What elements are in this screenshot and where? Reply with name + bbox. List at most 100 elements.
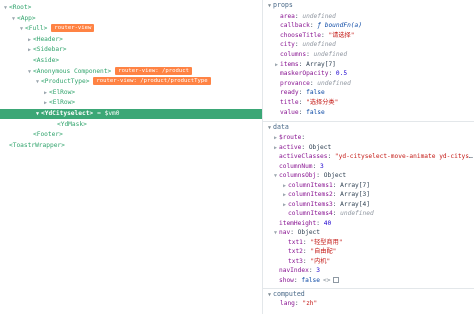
tree-node[interactable]: ▶ <Header> bbox=[0, 35, 262, 45]
tree-node[interactable]: ▼ <ProductType> router-view: /product/prod… bbox=[0, 77, 262, 87]
vm-reference: = $vm0 bbox=[97, 110, 120, 117]
property-key: $route bbox=[279, 134, 302, 141]
caret-down-icon[interactable]: ▼ bbox=[26, 67, 33, 77]
property-key: txt2 bbox=[288, 248, 303, 255]
component-name: <ElRow> bbox=[49, 99, 76, 107]
property-key: txt3 bbox=[288, 257, 303, 265]
property-value: undefined bbox=[302, 41, 336, 49]
section-computed-header[interactable]: ▼ computed bbox=[263, 288, 474, 299]
caret-right-icon[interactable]: ▶ bbox=[281, 191, 288, 200]
tree-node[interactable]: <Footer> bbox=[0, 130, 262, 140]
caret-right-icon[interactable]: ▶ bbox=[42, 88, 49, 98]
caret-right-icon[interactable]: ▶ bbox=[281, 182, 288, 191]
component-name: <Full> bbox=[25, 25, 48, 33]
property-value: Object bbox=[297, 229, 320, 236]
colon: : bbox=[316, 219, 324, 227]
property-key: activeClasses bbox=[279, 153, 328, 160]
component-name: <YdCityselect> bbox=[41, 110, 94, 117]
tree-node[interactable]: ▼ <Root> bbox=[0, 3, 262, 13]
state-property[interactable]: ▶ $route: bbox=[263, 133, 474, 143]
property-key: show bbox=[279, 276, 294, 284]
state-property: chooseTitle: "请选择" bbox=[263, 31, 474, 41]
property-value: 40 bbox=[323, 219, 332, 227]
caret-right-icon[interactable]: ▶ bbox=[42, 98, 49, 108]
colon: : bbox=[298, 108, 307, 116]
tree-node[interactable]: ▶ <ElRow> bbox=[0, 88, 262, 98]
tree-node[interactable]: ▶ <ElRow> bbox=[0, 98, 262, 108]
state-property: value: false bbox=[263, 108, 474, 118]
caret-right-icon[interactable]: ▶ bbox=[26, 45, 33, 55]
property-value: undefined bbox=[317, 79, 351, 87]
caret-down-icon[interactable]: ▼ bbox=[2, 3, 9, 13]
tree-node[interactable]: ▼ <Anonymous Component> router-view: /prod… bbox=[0, 66, 262, 77]
router-view-badge: router-view: /product/productType bbox=[93, 77, 211, 86]
caret-right-icon[interactable]: ▶ bbox=[272, 144, 279, 153]
component-name: <ToastrWrapper> bbox=[9, 141, 65, 149]
property-value: undefined bbox=[313, 50, 348, 58]
property-value: false bbox=[301, 276, 320, 284]
caret-right-icon[interactable]: ▶ bbox=[26, 35, 33, 45]
state-property[interactable]: ▶ columnItems3: Array[4] bbox=[263, 200, 474, 210]
caret-down-icon[interactable]: ▼ bbox=[18, 24, 25, 34]
caret-down-icon[interactable]: ▼ bbox=[272, 229, 279, 238]
section-title: data bbox=[273, 123, 289, 131]
property-value: 0.5 bbox=[335, 70, 348, 78]
router-view-badge: router-view bbox=[51, 24, 95, 33]
state-property[interactable]: ▼ nav: Object bbox=[263, 228, 474, 238]
colon: : bbox=[301, 143, 309, 151]
property-value: "自由配" bbox=[310, 248, 337, 255]
state-property[interactable]: ▼ columnsObj: Object bbox=[263, 171, 474, 181]
section-props-header[interactable]: ▼ props bbox=[263, 0, 474, 11]
caret-down-icon: ▼ bbox=[267, 3, 271, 9]
property-key: columnItems2 bbox=[288, 191, 333, 198]
property-value: Array[7] bbox=[340, 181, 370, 189]
tree-node[interactable]: ▶ <Sidebar> bbox=[0, 45, 262, 55]
caret-right-icon[interactable]: ▶ bbox=[273, 61, 280, 70]
property-key: value bbox=[280, 108, 299, 116]
section-title: computed bbox=[273, 290, 305, 298]
section-title: props bbox=[273, 1, 293, 9]
state-property[interactable]: ▶ active: Object bbox=[263, 143, 474, 153]
property-value: Object bbox=[308, 143, 332, 151]
tree-node[interactable]: <ToastrWrapper> bbox=[0, 141, 262, 151]
tree-node[interactable]: ▼ <Full> router-view bbox=[0, 24, 262, 34]
property-value: undefined bbox=[302, 12, 336, 20]
tree-node[interactable]: <YdMask> bbox=[0, 120, 262, 130]
state-property: columns: undefined bbox=[263, 50, 474, 60]
caret-down-icon[interactable]: ▼ bbox=[10, 14, 17, 24]
component-name: <ProductType> bbox=[41, 78, 90, 86]
tree-node[interactable]: <Aside> bbox=[0, 56, 262, 66]
state-property[interactable]: ▶ columnItems2: Array[3] bbox=[263, 190, 474, 200]
caret-down-icon[interactable]: ▼ bbox=[34, 109, 41, 119]
section-data-header[interactable]: ▼ data bbox=[263, 121, 474, 132]
property-key: city bbox=[280, 41, 295, 49]
tree-node[interactable]: ▼ <YdCityselect> = $vm0 bbox=[0, 109, 262, 119]
property-key: columnItems3 bbox=[288, 200, 333, 208]
caret-down-icon[interactable]: ▼ bbox=[34, 77, 41, 87]
router-view-badge: router-view: /product bbox=[115, 66, 192, 75]
property-key: items bbox=[280, 60, 299, 68]
component-name: <ElRow> bbox=[49, 88, 76, 96]
caret-right-icon[interactable]: ▶ bbox=[281, 201, 288, 210]
tree-node[interactable]: ▼ <App> bbox=[0, 14, 262, 24]
property-key: title bbox=[280, 98, 299, 106]
edit-value-button[interactable]: <> bbox=[323, 277, 330, 284]
state-property[interactable]: ▶ items: Array[7] bbox=[263, 60, 474, 70]
property-key: nav bbox=[279, 229, 291, 236]
state-property: provance: undefined bbox=[263, 79, 474, 89]
component-name: <Aside> bbox=[33, 57, 60, 64]
property-key: area bbox=[280, 12, 295, 20]
caret-right-icon[interactable]: ▶ bbox=[272, 134, 279, 143]
state-property[interactable]: ▶ columnItems1: Array[7] bbox=[263, 181, 474, 191]
state-property: columnItems4: undefined bbox=[263, 209, 474, 219]
component-name: <Footer> bbox=[33, 131, 63, 139]
toggle-checkbox[interactable] bbox=[333, 276, 340, 283]
property-value: 3 bbox=[319, 162, 324, 170]
property-key: itemHeight bbox=[279, 219, 317, 227]
colon: : bbox=[306, 50, 314, 58]
state-inspector: ▼ props area: undefined callback: ƒ boundFn… bbox=[263, 0, 474, 314]
caret-down-icon[interactable]: ▼ bbox=[272, 172, 279, 181]
property-key: callback bbox=[280, 22, 310, 30]
state-property: lang: "zh" bbox=[263, 299, 474, 309]
property-value: 3 bbox=[316, 267, 320, 274]
